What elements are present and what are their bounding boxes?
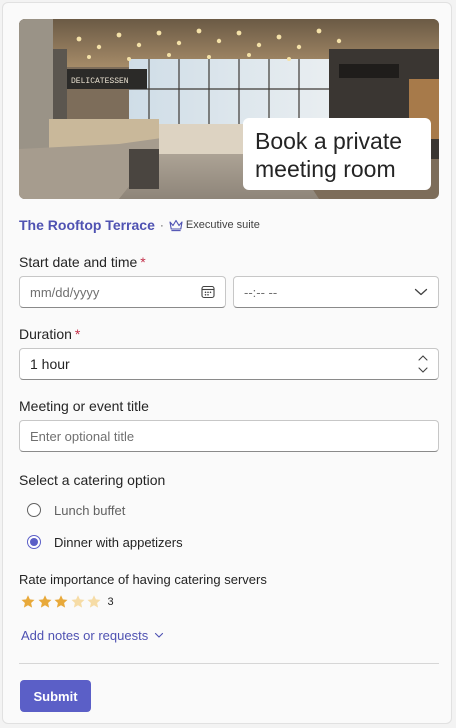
venue-name-link[interactable]: The Rooftop Terrace [19,217,155,233]
add-notes-label: Add notes or requests [21,628,149,643]
duration-label-text: Duration [19,326,72,342]
event-title-input[interactable]: Enter optional title [19,420,439,452]
hero-caption-line-1: Book a private [255,128,403,154]
catering-label: Select a catering option [19,472,166,488]
venue-separator: · [159,218,164,232]
start-date-label: Start date and time * [19,254,146,270]
date-input[interactable]: mm/dd/yyyy [19,276,226,308]
start-date-label-text: Start date and time [19,254,138,270]
chevron-down-icon[interactable] [418,367,428,373]
crown-icon [168,218,184,232]
required-mark: * [74,326,81,342]
duration-value: 1 hour [30,356,70,372]
required-mark: * [140,254,146,270]
catering-option-lunch[interactable]: Lunch buffet [27,500,125,520]
add-notes-toggle[interactable]: Add notes or requests [21,628,164,643]
booking-card: DELICATESSEN Book a private meeting room… [2,2,452,724]
star-icon[interactable] [37,594,53,610]
duration-stepper[interactable]: 1 hour [19,348,439,380]
title-label: Meeting or event title [19,398,149,414]
catering-option-label: Dinner with appetizers [54,534,183,550]
star-icon[interactable] [53,594,69,610]
submit-button[interactable]: Submit [20,680,91,712]
star-icon[interactable] [20,594,36,610]
catering-option-label: Lunch buffet [54,502,126,518]
duration-label: Duration * [19,326,80,342]
radio-button[interactable] [27,503,41,517]
date-placeholder: mm/dd/yyyy [30,284,100,300]
chevron-up-icon[interactable] [418,355,428,361]
stepper-arrows[interactable] [418,355,428,373]
time-select[interactable]: --:-- -- [233,276,439,308]
star-icon[interactable] [86,594,102,610]
rating-stars[interactable]: 3 [20,594,114,610]
star-icon[interactable] [70,594,86,610]
calendar-icon[interactable] [201,285,215,299]
time-placeholder: --:-- -- [244,284,278,300]
catering-option-dinner[interactable]: Dinner with appetizers [27,532,183,552]
chevron-down-icon [414,287,428,297]
rating-value: 3 [107,596,114,608]
hero-image: DELICATESSEN Book a private meeting room [19,19,439,199]
divider [19,663,439,664]
radio-button-selected[interactable] [27,535,41,549]
rating-label: Rate importance of having catering serve… [19,572,267,587]
deli-sign: DELICATESSEN [71,77,129,86]
hero-caption: Book a private meeting room [243,118,431,190]
hero-caption-line-2: meeting room [255,156,396,182]
venue-row: The Rooftop Terrace · Executive suite [19,215,260,235]
title-placeholder: Enter optional title [30,428,135,444]
venue-tier: Executive suite [185,219,260,231]
chevron-down-icon [154,632,164,639]
